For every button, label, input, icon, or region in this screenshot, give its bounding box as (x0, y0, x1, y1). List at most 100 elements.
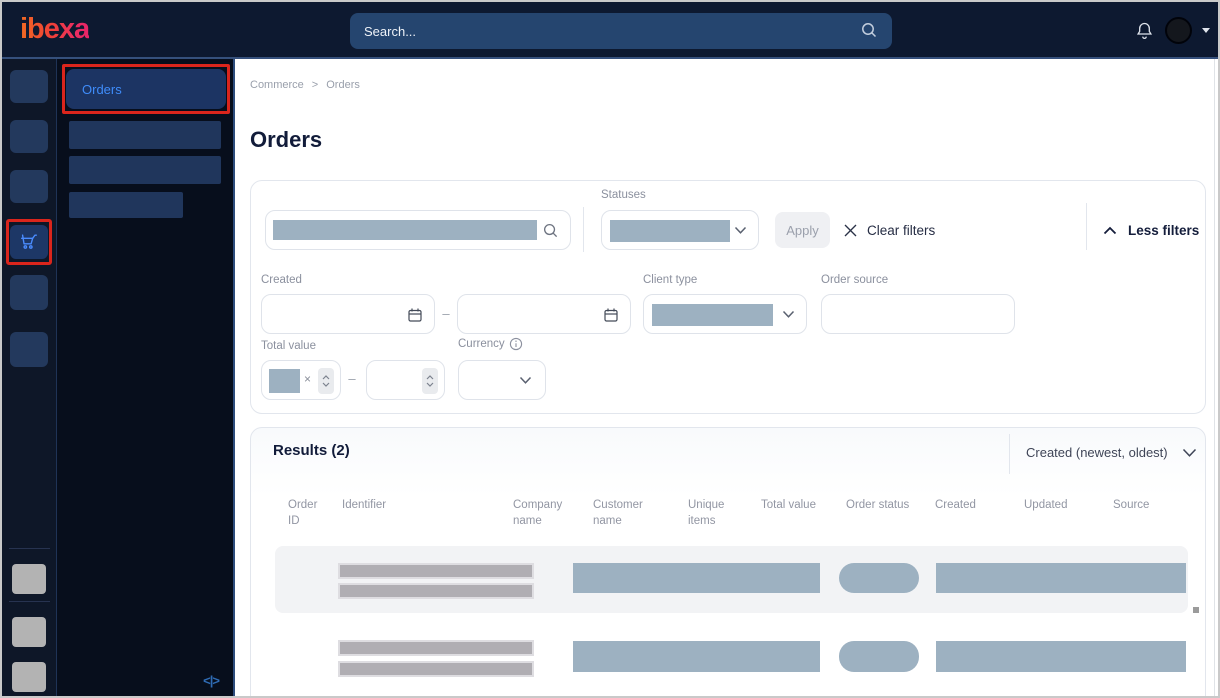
created-from-input[interactable] (261, 294, 435, 334)
breadcrumb-orders[interactable]: Orders (326, 79, 360, 91)
global-search-input[interactable]: Search... (350, 13, 892, 49)
filters-panel: Statuses Apply Clear filters Less filter (250, 180, 1206, 414)
rail-item-placeholder[interactable] (10, 275, 48, 310)
user-menu-caret-icon[interactable] (1202, 28, 1210, 33)
icon-rail (2, 59, 57, 696)
clear-filters-button[interactable]: Clear filters (843, 212, 935, 248)
redacted-identifier-line (338, 640, 534, 656)
scroll-handle-fragment (1193, 607, 1199, 613)
stepper-down-icon (322, 382, 330, 387)
redacted-order-status-badge (839, 563, 919, 593)
user-avatar[interactable] (1165, 17, 1192, 44)
redacted-company-customer-cell (573, 563, 820, 593)
column-header-identifier: Identifier (342, 499, 387, 511)
total-value-min-input[interactable]: × (261, 360, 341, 400)
currency-label: Currency (458, 338, 505, 350)
stepper-up-icon (322, 375, 330, 380)
value-range-separator: – (348, 371, 356, 386)
column-header-updated: Updated (1024, 499, 1068, 511)
sidebar-collapse-icon[interactable]: <|> (203, 673, 220, 688)
global-search-placeholder: Search... (364, 23, 417, 39)
order-source-label: Order source (821, 274, 889, 286)
column-header-company-name: Company name (513, 499, 563, 527)
breadcrumb-commerce[interactable]: Commerce (250, 79, 304, 91)
column-header-source: Source (1113, 499, 1150, 511)
table-row[interactable] (275, 633, 1188, 696)
search-icon (543, 223, 558, 238)
rail-divider (9, 548, 50, 549)
results-panel: Results (2) Created (newest, oldest) Ord… (250, 427, 1206, 696)
filter-divider (1086, 203, 1087, 250)
rail-item-placeholder[interactable] (10, 120, 48, 153)
rail-bottom-item-placeholder[interactable] (12, 617, 46, 647)
column-header-total-value: Total value (761, 499, 816, 511)
calendar-icon (408, 308, 422, 322)
redacted-total-min-value (269, 369, 300, 393)
total-value-label: Total value (261, 340, 316, 352)
sidebar-item-placeholder[interactable] (69, 192, 183, 218)
redacted-identifier-line (338, 583, 534, 599)
currency-label-group: Currency (458, 337, 523, 351)
annotation-box-orders (62, 64, 230, 114)
stepper-up-icon (426, 375, 434, 380)
chevron-up-icon (1103, 226, 1117, 234)
annotation-box-cart (6, 219, 52, 265)
less-filters-label: Less filters (1128, 222, 1200, 238)
redacted-dates-cell (936, 641, 1186, 672)
sidebar-item-placeholder[interactable] (69, 121, 221, 149)
calendar-icon (604, 308, 618, 322)
table-row[interactable] (275, 546, 1188, 613)
rail-item-placeholder[interactable] (10, 70, 48, 103)
total-value-max-input[interactable] (366, 360, 445, 400)
rail-item-placeholder[interactable] (10, 170, 48, 203)
ibexa-logo: ibexa (20, 13, 90, 45)
rail-item-placeholder[interactable] (10, 332, 48, 367)
breadcrumb: Commerce > Orders (250, 79, 360, 91)
redacted-identifier-line (338, 661, 534, 677)
rail-bottom-item-placeholder[interactable] (12, 662, 46, 692)
date-range-separator: – (442, 306, 450, 321)
created-label: Created (261, 274, 302, 286)
clear-value-icon[interactable]: × (304, 373, 311, 385)
number-stepper[interactable] (318, 368, 334, 394)
order-source-input[interactable] (821, 294, 1015, 334)
search-icon (860, 21, 878, 42)
info-icon[interactable] (509, 337, 523, 351)
statuses-label: Statuses (601, 189, 646, 201)
rail-bottom-item-placeholder[interactable] (12, 564, 46, 594)
currency-dropdown[interactable] (458, 360, 546, 400)
column-header-customer-name: Customer name (593, 499, 643, 527)
redacted-client-type-value (652, 304, 773, 326)
statuses-dropdown[interactable] (601, 210, 759, 250)
sort-label: Created (newest, oldest) (1026, 445, 1168, 460)
column-header-order-status: Order status (846, 499, 910, 511)
number-stepper[interactable] (422, 368, 438, 394)
column-header-order-id: Order ID (288, 499, 318, 527)
app-window: ibexa Search... Orders <|> Commerce > Or… (0, 0, 1220, 698)
topbar-right-group (1134, 2, 1210, 59)
results-title: Results (2) (273, 442, 350, 459)
topbar: ibexa Search... (2, 2, 1218, 59)
results-divider (1009, 434, 1010, 474)
redacted-identifier-line (338, 563, 534, 579)
sidebar-item-placeholder[interactable] (69, 156, 221, 184)
scrollbar-track[interactable] (1214, 59, 1215, 696)
sort-dropdown[interactable]: Created (newest, oldest) (1026, 445, 1197, 460)
notifications-bell-icon[interactable] (1134, 20, 1155, 41)
close-icon (844, 224, 857, 236)
redacted-company-customer-cell (573, 641, 820, 672)
chevron-down-icon (1182, 448, 1196, 457)
redacted-search-value (273, 220, 537, 240)
secondary-sidebar: Orders <|> (57, 59, 235, 696)
column-header-created: Created (935, 499, 976, 511)
redacted-order-status-badge (839, 641, 919, 672)
chevron-down-icon (734, 226, 747, 234)
client-type-dropdown[interactable] (643, 294, 807, 334)
less-filters-toggle[interactable]: Less filters (1103, 212, 1199, 248)
created-to-input[interactable] (457, 294, 631, 334)
column-header-unique-items: Unique items (688, 499, 725, 527)
apply-button[interactable]: Apply (775, 212, 830, 248)
filter-search-input[interactable] (265, 210, 571, 250)
chevron-down-icon (782, 310, 795, 318)
stepper-down-icon (426, 382, 434, 387)
